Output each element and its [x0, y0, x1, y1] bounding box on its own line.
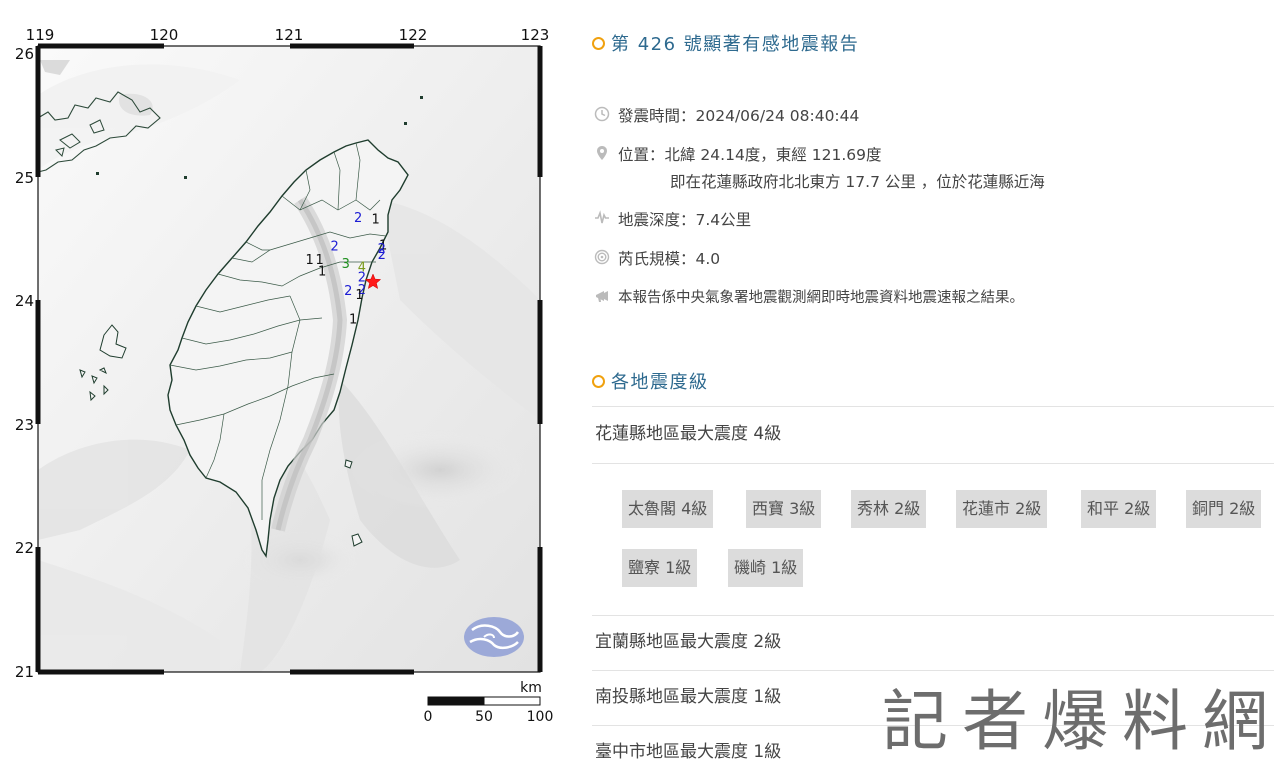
- note-row: 本報告係中央氣象署地震觀測網即時地震資料地震速報之結果。: [594, 286, 1024, 307]
- station-chip[interactable]: 秀林 2級: [851, 490, 927, 528]
- lat-tick: 21: [15, 663, 34, 681]
- station-chip[interactable]: 和平 2級: [1081, 490, 1157, 528]
- station-chip[interactable]: 銅門 2級: [1186, 490, 1262, 528]
- intensity-label: 1: [349, 313, 357, 328]
- station-chip[interactable]: 太魯閣 4級: [622, 490, 714, 528]
- lon-tick: 120: [150, 26, 179, 44]
- station-chip[interactable]: 花蓮市 2級: [956, 490, 1048, 528]
- lat-tick: 22: [15, 539, 34, 557]
- lon-axis: 119 120 121 122 123: [26, 26, 550, 44]
- intensity-label: 2: [378, 248, 386, 263]
- intensity-label: 3: [342, 257, 350, 272]
- bullet-ring-icon: [592, 36, 605, 50]
- county-row-hualien[interactable]: 花蓮縣地區最大震度 4級: [592, 406, 1274, 464]
- lon-tick: 123: [521, 26, 550, 44]
- report-panel: 第 426 號顯著有感地震報告 發震時間：2024/06/24 08:40:44…: [592, 0, 1274, 764]
- station-chip[interactable]: 鹽寮 1級: [622, 549, 698, 587]
- intensity-label: 1: [355, 288, 363, 303]
- scale-label: 0: [424, 709, 433, 725]
- magnitude-row: 芮氏規模：4.0: [594, 247, 720, 269]
- lon-tick: 122: [399, 26, 428, 44]
- intensity-section-title-text: 各地震度級: [611, 372, 709, 393]
- intensity-label: 2: [344, 284, 352, 299]
- report-note: 本報告係中央氣象署地震觀測網即時地震資料地震速報之結果。: [618, 290, 1024, 306]
- report-title: 第 426 號顯著有感地震報告: [592, 30, 859, 56]
- intensity-label: 1: [371, 212, 379, 227]
- origin-time-row: 發震時間：2024/06/24 08:40:44: [594, 104, 859, 126]
- intensity-map: 119 120 121 122 123 26 25 24 23 22 21 21…: [0, 0, 560, 764]
- origin-time: 發震時間：2024/06/24 08:40:44: [618, 107, 860, 125]
- intensity-label: 1: [306, 253, 314, 268]
- county-label: 臺中市地區最大震度 1級: [595, 742, 782, 762]
- intensity-label: 1: [318, 264, 326, 279]
- scale-label: 100: [527, 709, 554, 725]
- lon-tick: 121: [275, 26, 304, 44]
- intensity-map-svg: 119 120 121 122 123 26 25 24 23 22 21 21…: [15, 26, 554, 725]
- scale-label: 50: [475, 709, 493, 725]
- map-pin-icon: [597, 146, 607, 160]
- intensity-section-title: 各地震度級: [592, 368, 709, 394]
- lat-tick: 26: [15, 45, 34, 63]
- lat-tick: 23: [15, 416, 34, 434]
- location-detail: 即在花蓮縣政府北北東方 17.7 公里 ，位於花蓮縣近海: [670, 173, 1045, 191]
- location-row: 位置：北緯 24.14度，東經 121.69度: [594, 143, 881, 165]
- county-row-yilan[interactable]: 宜蘭縣地區最大震度 2級: [592, 615, 1274, 670]
- epicenter-icon: [595, 210, 609, 224]
- scale-bar: km 0 50 100: [424, 680, 554, 725]
- intensity-label: 2: [354, 211, 362, 226]
- county-label: 宜蘭縣地區最大震度 2級: [595, 632, 782, 652]
- intensity-label: 2: [330, 240, 338, 255]
- depth: 地震深度：7.4公里: [618, 211, 752, 229]
- clock-icon: [594, 106, 610, 122]
- lat-tick: 25: [15, 169, 34, 187]
- station-chip[interactable]: 西寶 3級: [746, 490, 822, 528]
- bullet-ring-icon: [592, 374, 605, 388]
- station-chip[interactable]: 磯崎 1級: [728, 549, 804, 587]
- lat-axis: 26 25 24 23 22 21: [15, 45, 34, 681]
- county-label: 花蓮縣地區最大震度 4級: [595, 424, 782, 444]
- lat-tick: 24: [15, 292, 34, 310]
- watermark: 記者爆料網: [882, 683, 1274, 760]
- scale-unit: km: [520, 680, 542, 696]
- report-title-text: 第 426 號顯著有感地震報告: [611, 34, 860, 55]
- county-label: 南投縣地區最大震度 1級: [595, 687, 782, 707]
- location: 位置：北緯 24.14度，東經 121.69度: [618, 146, 882, 164]
- magnitude: 芮氏規模：4.0: [618, 250, 721, 268]
- megaphone-icon: [596, 291, 608, 302]
- lon-tick: 119: [26, 26, 55, 44]
- depth-row: 地震深度：7.4公里: [594, 208, 751, 230]
- wave-icon: [594, 249, 610, 265]
- cwa-logo-icon: [464, 617, 524, 657]
